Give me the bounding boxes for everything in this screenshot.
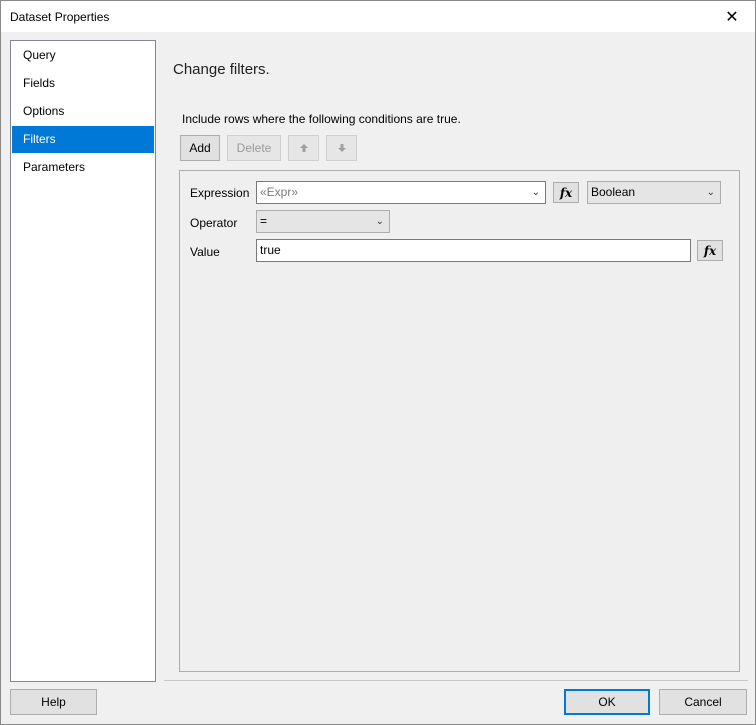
operator-value: = bbox=[260, 214, 268, 228]
sidebar-item-parameters[interactable]: Parameters bbox=[12, 154, 154, 181]
expression-placeholder: «Expr» bbox=[260, 185, 299, 199]
move-down-button[interactable] bbox=[326, 135, 357, 161]
help-button[interactable]: Help bbox=[10, 689, 97, 715]
window-title: Dataset Properties bbox=[10, 10, 110, 24]
close-icon: ✕ bbox=[725, 8, 739, 26]
footer-divider bbox=[164, 680, 748, 681]
sidebar-item-query[interactable]: Query bbox=[12, 42, 154, 69]
expression-combo[interactable]: «Expr» ⌄ bbox=[256, 181, 546, 204]
value-label: Value bbox=[190, 245, 220, 259]
filter-list-panel: Expression «Expr» ⌄ fx Boolean ⌄ Operato… bbox=[179, 170, 740, 672]
dataset-properties-dialog: Dataset Properties ✕ Query Fields Option… bbox=[0, 0, 756, 725]
function-icon: fx bbox=[559, 185, 573, 200]
page-title: Change filters. bbox=[173, 61, 270, 78]
filter-description: Include rows where the following conditi… bbox=[182, 112, 461, 126]
expression-type-select[interactable]: Boolean ⌄ bbox=[587, 181, 721, 204]
value-input[interactable]: true bbox=[256, 239, 691, 262]
delete-filter-button[interactable]: Delete bbox=[227, 135, 281, 161]
operator-label: Operator bbox=[190, 216, 238, 230]
ok-button[interactable]: OK bbox=[564, 689, 650, 715]
value-fx-button[interactable]: fx bbox=[697, 240, 723, 261]
sidebar-item-options[interactable]: Options bbox=[12, 98, 154, 125]
chevron-down-icon: ⌄ bbox=[531, 187, 540, 198]
cancel-button[interactable]: Cancel bbox=[659, 689, 747, 715]
expression-type-value: Boolean bbox=[591, 185, 636, 199]
expression-label: Expression bbox=[190, 186, 250, 200]
function-icon: fx bbox=[703, 243, 717, 258]
chevron-down-icon: ⌄ bbox=[706, 187, 715, 198]
close-button[interactable]: ✕ bbox=[709, 1, 755, 32]
move-up-button[interactable] bbox=[288, 135, 319, 161]
sidebar-item-filters[interactable]: Filters bbox=[12, 126, 154, 153]
arrow-down-icon bbox=[337, 144, 346, 152]
operator-select[interactable]: = ⌄ bbox=[256, 210, 390, 233]
sidebar-item-fields[interactable]: Fields bbox=[12, 70, 154, 97]
title-bar: Dataset Properties ✕ bbox=[1, 1, 755, 32]
chevron-down-icon: ⌄ bbox=[375, 216, 384, 227]
value-text: true bbox=[260, 243, 281, 257]
sidebar-nav: Query Fields Options Filters Parameters bbox=[10, 40, 156, 682]
expression-fx-button[interactable]: fx bbox=[553, 182, 579, 203]
arrow-up-icon bbox=[299, 144, 308, 152]
add-filter-button[interactable]: Add bbox=[180, 135, 220, 161]
